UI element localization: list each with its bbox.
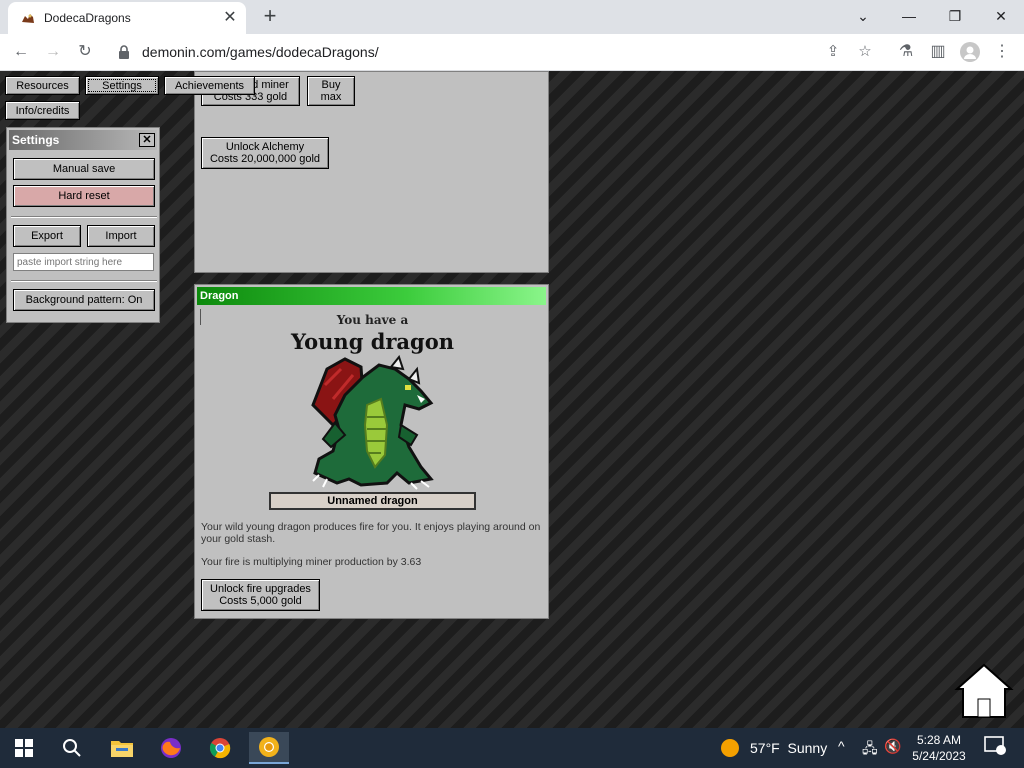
buy-max-label: Buy [321, 79, 341, 91]
restore-icon[interactable]: ❐ [932, 4, 978, 30]
windows-start-icon[interactable] [4, 732, 44, 764]
chrome-canary-icon[interactable] [249, 732, 289, 764]
resources-tab-button[interactable]: Resources [5, 76, 80, 95]
fire-multiplier-text: Your fire is multiplying miner productio… [201, 556, 422, 568]
system-clock[interactable]: 5:28 AM 5/24/2023 [905, 732, 973, 764]
lock-icon [119, 45, 129, 59]
tray-chevron-icon[interactable]: ^ [838, 738, 845, 754]
clock-date: 5/24/2023 [912, 749, 966, 763]
fire-upgrades-label: Unlock fire upgrades [210, 583, 311, 595]
side-panel-icon[interactable]: ▥ [925, 39, 951, 65]
browser-tabbar: DodecaDragons ✕ + ⌄ — ❐ ✕ [0, 0, 1024, 34]
weather-condition: Sunny [787, 740, 828, 756]
notifications-icon[interactable] [984, 736, 1006, 759]
tab-search-chevron-icon[interactable]: ⌄ [840, 4, 886, 30]
address-bar[interactable]: demonin.com/games/dodecaDragons/ ⇪ ☆ [108, 38, 890, 66]
url-text: demonin.com/games/dodecaDragons/ [142, 44, 379, 60]
file-explorer-icon[interactable] [102, 732, 142, 764]
profile-avatar-icon[interactable] [957, 39, 983, 65]
dragon-stage-title: Young dragon [290, 329, 455, 354]
extensions-icon[interactable]: ⚗ [893, 39, 919, 65]
dragon-panel-title: Dragon [197, 287, 546, 305]
settings-divider [11, 216, 157, 218]
reload-icon[interactable]: ↻ [72, 39, 98, 65]
buy-max-label-2: max [320, 91, 342, 103]
new-tab-icon[interactable]: + [258, 5, 282, 29]
network-icon[interactable]: 🖧 [862, 738, 878, 762]
settings-title: Settings [12, 133, 60, 147]
dragon-favicon-icon [22, 14, 34, 23]
settings-close-icon[interactable]: ✕ [139, 133, 155, 147]
weather-sun-icon[interactable] [720, 738, 740, 758]
chrome-icon[interactable] [200, 732, 240, 764]
achievements-tab-button[interactable]: Achievements [164, 76, 255, 95]
settings-window: Settings ✕ Manual save Hard reset Export… [6, 127, 160, 323]
weather-temp: 57°F [750, 740, 780, 756]
tab-close-icon[interactable]: ✕ [220, 8, 240, 28]
firefox-icon[interactable] [151, 732, 191, 764]
clock-time: 5:28 AM [916, 733, 962, 747]
dragon-panel: Dragon You have a Young dragon Unnamed d… [194, 284, 549, 619]
info-credits-tab-button[interactable]: Info/credits [5, 101, 80, 120]
settings-divider-2 [11, 280, 157, 282]
dragon-name-field[interactable]: Unnamed dragon [269, 492, 476, 510]
search-icon[interactable] [52, 732, 92, 764]
buy-max-button[interactable]: Buy max [307, 76, 355, 106]
settings-tab-button[interactable]: Settings [85, 76, 159, 95]
game-page: d miner Costs 333 gold Buy max Unlock Al… [0, 71, 1024, 728]
hard-reset-button[interactable]: Hard reset [13, 185, 155, 207]
weather-widget[interactable]: 57°F Sunny [750, 740, 827, 756]
home-icon[interactable] [953, 661, 1015, 721]
tab-title: DodecaDragons [44, 11, 131, 25]
windows-taskbar: 57°F Sunny ^ 🖧 🔇 5:28 AM 5/24/2023 [0, 728, 1024, 768]
browser-toolbar: ← → ↻ demonin.com/games/dodecaDragons/ ⇪… [0, 34, 1024, 71]
forward-icon[interactable]: → [40, 39, 66, 65]
share-icon[interactable]: ⇪ [822, 41, 844, 63]
browser-menu-icon[interactable]: ⋮ [989, 39, 1015, 65]
young-dragon-sprite [311, 355, 434, 490]
background-pattern-toggle[interactable]: Background pattern: On [13, 289, 155, 311]
unlock-fire-upgrades-button[interactable]: Unlock fire upgrades Costs 5,000 gold [201, 579, 320, 611]
minimize-icon[interactable]: — [886, 4, 932, 30]
browser-tab[interactable]: DodecaDragons ✕ [8, 2, 246, 34]
import-string-input[interactable] [13, 253, 154, 271]
manual-save-button[interactable]: Manual save [13, 158, 155, 180]
miner-shop-panel: d miner Costs 333 gold Buy max Unlock Al… [194, 71, 549, 273]
unlock-alchemy-cost: Costs 20,000,000 gold [209, 153, 321, 165]
back-icon[interactable]: ← [8, 39, 34, 65]
volume-muted-icon[interactable]: 🔇 [884, 738, 901, 755]
export-button[interactable]: Export [13, 225, 81, 247]
fire-upgrades-cost: Costs 5,000 gold [219, 595, 302, 607]
close-window-icon[interactable]: ✕ [978, 4, 1024, 30]
unlock-alchemy-label: Unlock Alchemy [225, 141, 305, 153]
unlock-alchemy-button[interactable]: Unlock Alchemy Costs 20,000,000 gold [201, 137, 329, 169]
settings-titlebar: Settings ✕ [9, 130, 157, 150]
import-button[interactable]: Import [87, 225, 155, 247]
dragon-description: Your wild young dragon produces fire for… [201, 521, 541, 545]
bookmark-star-icon[interactable]: ☆ [854, 41, 876, 63]
you-have-text: You have a [336, 313, 409, 327]
